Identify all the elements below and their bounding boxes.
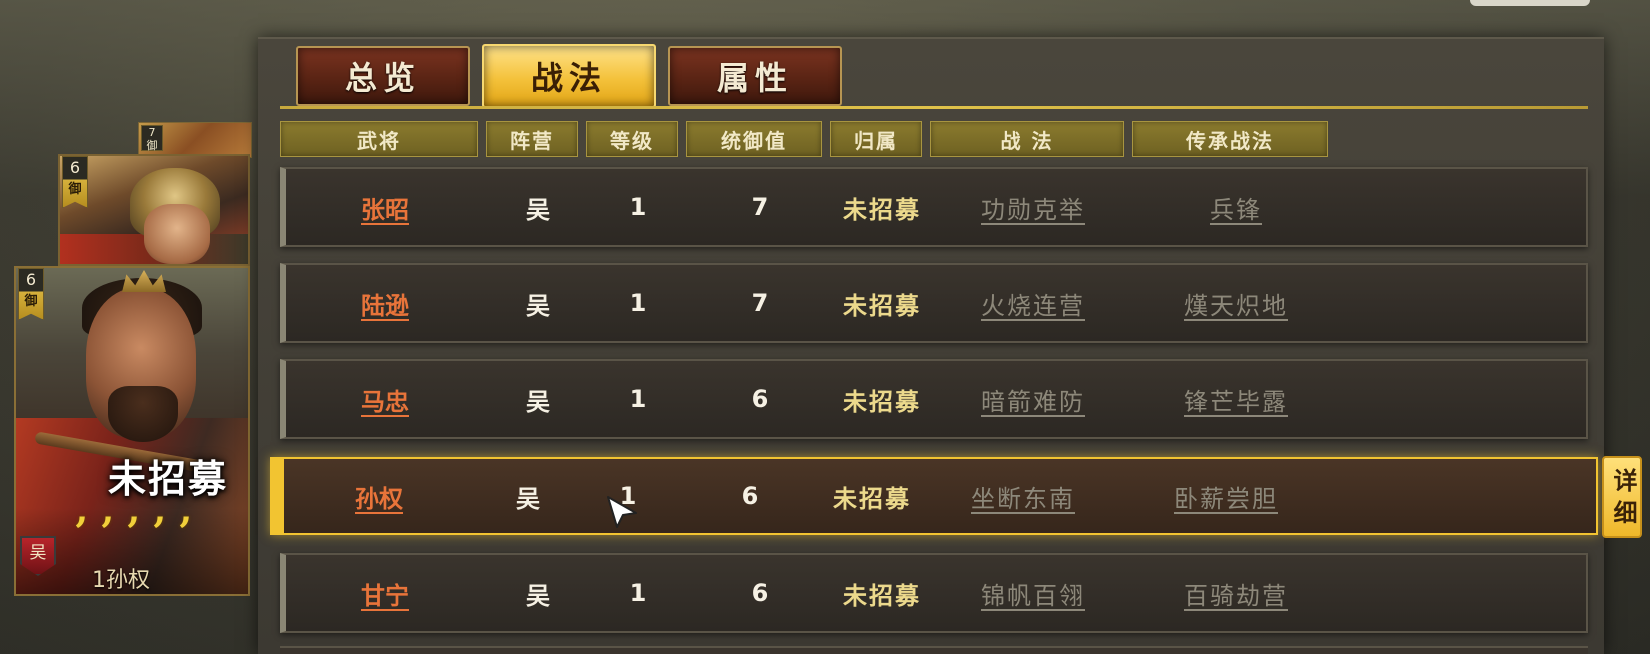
card-status-label: 未招募 [108,457,229,501]
inherit-tactic-link[interactable]: 兵锋 [1138,169,1334,245]
ownership-cell: 未招募 [843,581,921,610]
tactic-link[interactable]: 功勋克举 [936,169,1130,245]
portrait-beard [108,386,178,442]
detail-button[interactable]: 详细 [1602,456,1642,538]
level-cell: 1 [629,193,647,221]
ownership-cell: 未招募 [833,484,911,513]
cost-badge: 6 御 [62,156,88,208]
command-cell: 7 [751,289,769,317]
tab-overview[interactable]: 总览 [296,46,470,106]
inherit-tactic-link[interactable]: 熯天炽地 [1138,265,1334,341]
tactic-link[interactable]: 火烧连营 [936,265,1130,341]
inherit-tactic-link[interactable]: 卧薪尝胆 [1128,458,1324,534]
star-icon: ’ [152,509,166,556]
level-cell: 1 [629,289,647,317]
tactic-link[interactable]: 坐断东南 [926,458,1120,534]
column-header-inherit-tactic[interactable]: 传承战法 [1132,121,1328,157]
face [144,204,210,264]
inherit-tactic-link[interactable]: 百骑劫营 [1138,555,1334,631]
column-header-general[interactable]: 武将 [280,121,478,157]
ownership-cell: 未招募 [843,387,921,416]
column-header-ownership[interactable]: 归属 [830,121,922,157]
command-cell: 6 [741,482,759,510]
level-cell: 1 [629,385,647,413]
star-icon: ’ [178,509,192,556]
star-icon: ’ [74,509,88,556]
star-rating: ’ ’ ’ ’ ’ [74,509,200,556]
column-header-tactic[interactable]: 战 法 [930,121,1124,157]
top-corner-decoration [1470,0,1590,6]
hero-card-middle[interactable]: 6 御 [58,154,250,266]
ownership-cell: 未招募 [843,291,921,320]
star-icon: ’ [100,509,114,556]
tab-tactics[interactable]: 战法 [482,44,656,108]
faction-cell: 吴 [526,581,550,610]
command-cell: 6 [751,579,769,607]
tab-attributes[interactable]: 属性 [668,46,842,106]
cost-badge: 7御 [141,125,163,152]
ownership-cell: 未招募 [843,195,921,224]
mouse-cursor-icon [607,496,637,528]
next-row-edge [280,646,1588,654]
tab-divider [280,106,1588,109]
cost-badge: 6 御 [18,268,44,320]
column-header-level[interactable]: 等级 [586,121,678,157]
level-cell: 1 [629,579,647,607]
general-name[interactable]: 孙权 [284,458,474,534]
command-cell: 6 [751,385,769,413]
faction-cell: 吴 [526,195,550,224]
tactic-link[interactable]: 锦帆百翎 [936,555,1130,631]
faction-cell: 吴 [526,291,550,320]
general-name[interactable]: 马忠 [286,361,484,437]
tab-bar: 总览 战法 属性 [296,44,842,108]
table-row[interactable]: 马忠 吴 1 6 未招募 暗箭难防 锋芒毕露 [280,359,1588,439]
tactic-link[interactable]: 暗箭难防 [936,361,1130,437]
table-row[interactable]: 张昭 吴 1 7 未招募 功勋克举 兵锋 [280,167,1588,247]
table-row-selected[interactable]: 孙权 吴 1 6 未招募 坐断东南 卧薪尝胆 [270,457,1598,535]
table-row[interactable]: 陆逊 吴 1 7 未招募 火烧连营 熯天炽地 [280,263,1588,343]
hero-card-back[interactable]: 7御 [138,122,252,158]
faction-cell: 吴 [516,484,540,513]
card-hero-name: 1孙权 [92,568,150,593]
column-header-command[interactable]: 统御值 [686,121,822,157]
command-cell: 7 [751,193,769,221]
general-name[interactable]: 陆逊 [286,265,484,341]
general-name[interactable]: 甘宁 [286,555,484,631]
faction-cell: 吴 [526,387,550,416]
table-row[interactable]: 甘宁 吴 1 6 未招募 锦帆百翎 百骑劫营 [280,553,1588,633]
inherit-tactic-link[interactable]: 锋芒毕露 [1138,361,1334,437]
crown-icon [122,270,166,292]
general-name[interactable]: 张昭 [286,169,484,245]
column-header-faction[interactable]: 阵营 [486,121,578,157]
star-icon: ’ [126,509,140,556]
